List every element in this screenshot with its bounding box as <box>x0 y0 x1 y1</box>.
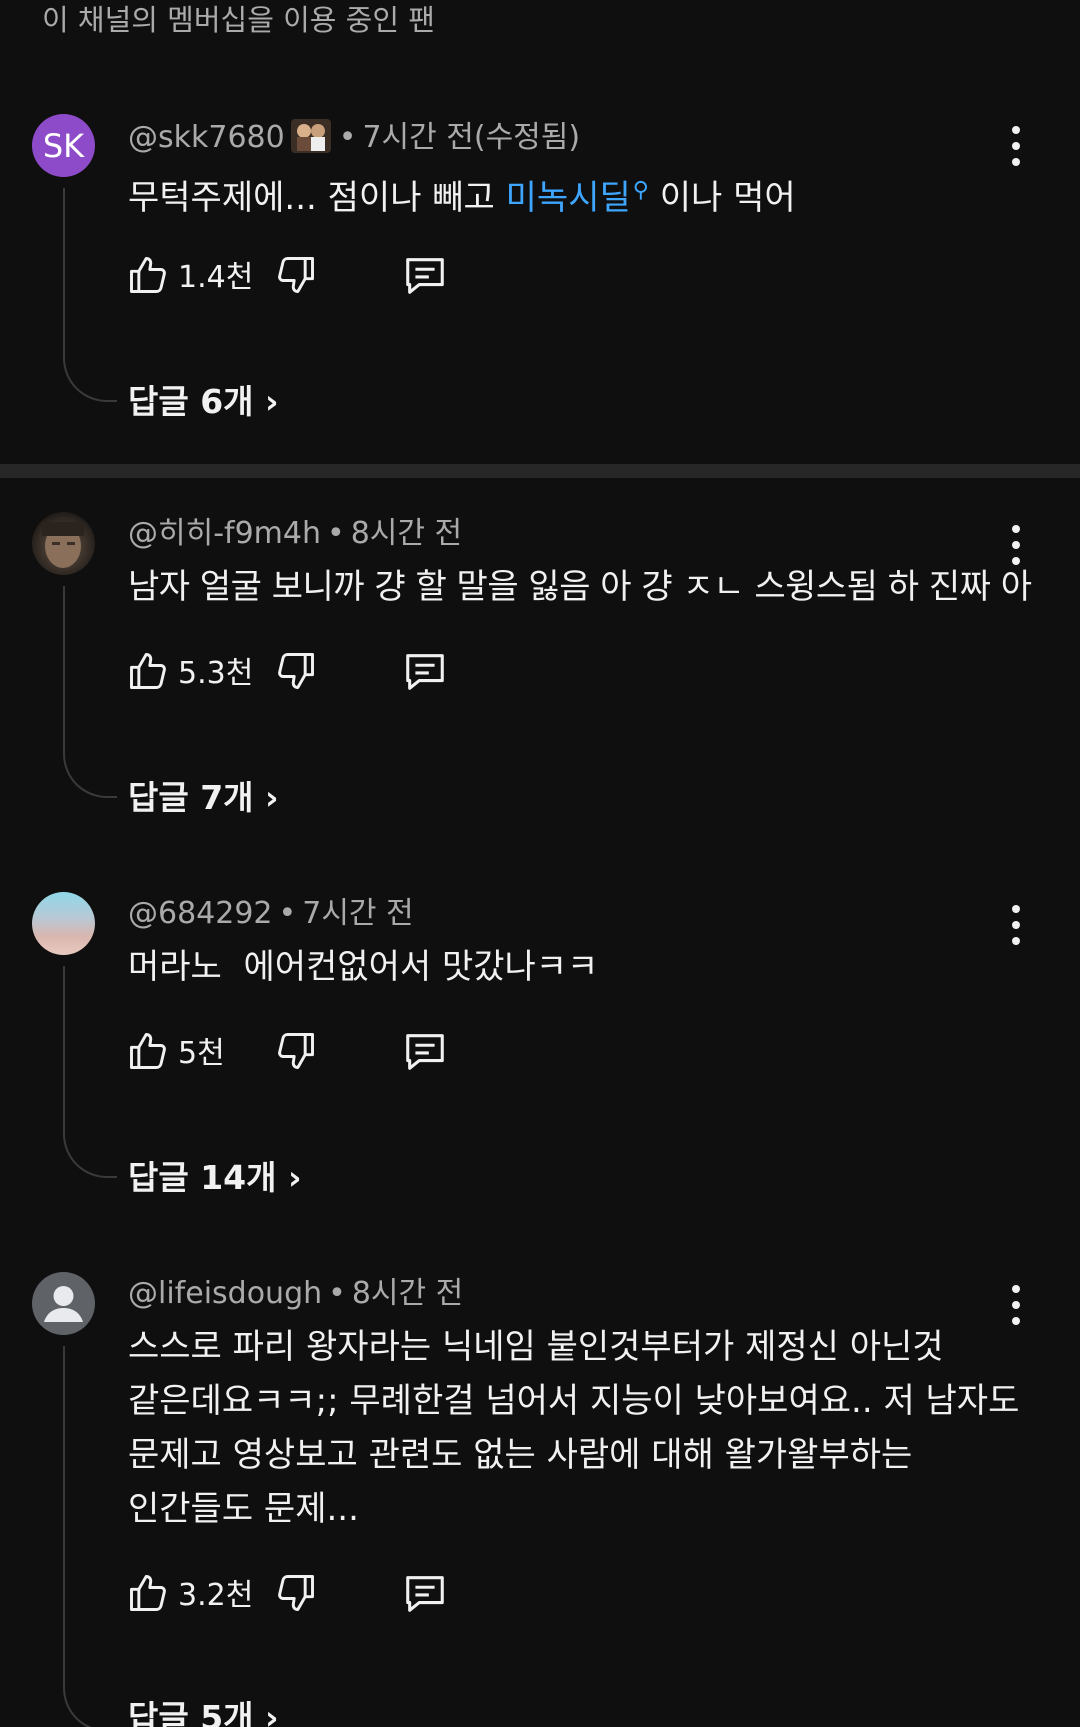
view-replies-button[interactable]: 답글 6개 › <box>128 380 279 424</box>
menu-dot <box>1012 126 1020 134</box>
comment-actions: 1.4천 <box>126 252 466 304</box>
dislike-icon[interactable] <box>274 1570 318 1616</box>
default-user-icon <box>44 1286 83 1322</box>
more-options-button[interactable] <box>1004 126 1028 166</box>
like-count: 5천 <box>178 1036 225 1071</box>
search-link-label: 미녹시딜 <box>505 178 631 218</box>
comment-text: 머라노 에어컨없어서 맛갔나ㅋㅋ <box>128 947 599 987</box>
menu-dot <box>1012 905 1020 913</box>
menu-dot <box>1012 142 1020 150</box>
comment-meta: @lifeisdough • 8시간 전 <box>128 1274 463 1314</box>
comment-line: 스스로 파리 왕자라는 닉네임 붙인것부터가 제정신 아닌것 <box>128 1327 944 1367</box>
membership-note: 이 채널의 멤버십을 이용 중인 팬 <box>42 3 435 37</box>
more-options-button[interactable] <box>1004 1285 1028 1325</box>
avatar[interactable] <box>32 1272 95 1335</box>
comment-actions: 5.3천 <box>126 648 466 700</box>
thread-curve <box>63 352 117 402</box>
avatar-initials: SK <box>42 126 85 165</box>
avatar-face-image <box>42 522 84 568</box>
more-options-button[interactable] <box>1004 905 1028 945</box>
avatar[interactable] <box>32 512 95 575</box>
author-name[interactable]: @skk7680 <box>128 120 285 155</box>
separator-dot: • <box>278 896 297 931</box>
section-divider <box>0 464 1080 478</box>
author-name[interactable]: @히히-f9m4h <box>128 516 321 551</box>
comment-text: 남자 얼굴 보니까 걍 할 말을 잃음 아 걍 ㅈㄴ 스윙스됨 하 진짜 아 <box>128 567 1032 607</box>
replies-label: 답글 5개 <box>128 1698 254 1727</box>
menu-dot <box>1012 525 1020 533</box>
comment-time: 8시간 전 <box>350 516 463 551</box>
like-icon[interactable] <box>126 252 170 298</box>
dislike-icon[interactable] <box>274 1028 318 1074</box>
like-count: 3.2천 <box>178 1578 254 1613</box>
comment-text: 무턱주제에... 점이나 빼고 미녹시딜⚲ 이나 먹어 <box>128 164 1028 225</box>
like-count: 1.4천 <box>178 260 254 295</box>
thread-line <box>63 1346 65 1682</box>
thread-line <box>63 966 65 1128</box>
comment-line: 문제고 영상보고 관련도 없는 사람에 대해 왈가왈부하는 <box>128 1435 913 1475</box>
replies-label: 답글 7개 <box>128 778 254 817</box>
comment-text-part: 무턱주제에... 점이나 빼고 <box>128 178 506 218</box>
chevron-right-icon: › <box>265 778 279 817</box>
chevron-right-icon: › <box>288 1158 302 1197</box>
reply-icon[interactable] <box>402 648 448 694</box>
menu-dot <box>1012 1285 1020 1293</box>
thread-line <box>63 188 65 352</box>
comment-actions: 5천 <box>126 1028 466 1080</box>
comment-time: 8시간 전 <box>351 1276 464 1311</box>
thread-line <box>63 586 65 748</box>
member-badge-icon <box>290 119 331 153</box>
search-link[interactable]: 미녹시딜⚲ <box>506 178 649 218</box>
thread-curve <box>63 1128 117 1178</box>
like-icon[interactable] <box>126 1028 170 1074</box>
menu-dot <box>1012 1301 1020 1309</box>
menu-dot <box>1012 921 1020 929</box>
replies-label: 답글 6개 <box>128 382 254 421</box>
comment-line: 같은데요ㅋㅋ;; 무례한걸 넘어서 지능이 낮아보여요.. 저 남자도 <box>128 1381 1020 1421</box>
author-name[interactable]: @lifeisdough <box>128 1276 322 1311</box>
comment-actions: 3.2천 <box>126 1570 466 1622</box>
view-replies-button[interactable]: 답글 7개 › <box>128 776 279 820</box>
avatar[interactable]: SK <box>32 114 95 177</box>
reply-icon[interactable] <box>402 252 448 298</box>
separator-dot: • <box>327 516 345 551</box>
avatar[interactable] <box>32 892 95 955</box>
view-replies-button[interactable]: 답글 5개 › <box>128 1696 279 1727</box>
dislike-icon[interactable] <box>274 648 318 694</box>
menu-dot <box>1012 541 1020 549</box>
like-icon[interactable] <box>126 1570 170 1616</box>
comment-time: 7시간 전(수정됨) <box>362 120 581 155</box>
replies-label: 답글 14개 <box>128 1158 277 1197</box>
dislike-icon[interactable] <box>274 252 318 298</box>
comment-text-part: 이나 먹어 <box>648 178 796 218</box>
comment-line: 인간들도 문제... <box>128 1489 359 1529</box>
separator-dot: • <box>338 120 357 155</box>
search-icon: ⚲ <box>632 178 649 203</box>
comment-meta: @skk7680 • 7시간 전(수정됨) <box>128 115 580 158</box>
like-icon[interactable] <box>126 648 170 694</box>
thread-curve <box>63 748 117 798</box>
comment-meta: @684292 • 7시간 전 <box>128 894 414 934</box>
chevron-right-icon: › <box>265 382 279 421</box>
chevron-right-icon: › <box>265 1698 279 1727</box>
like-count: 5.3천 <box>178 656 254 691</box>
comment-text: 스스로 파리 왕자라는 닉네임 붙인것부터가 제정신 아닌것 같은데요ㅋㅋ;; … <box>128 1320 1028 1536</box>
author-name[interactable]: @684292 <box>128 896 273 931</box>
separator-dot: • <box>328 1276 346 1311</box>
comments-page: 이 채널의 멤버십을 이용 중인 팬 SK @skk7680 • 7시간 전(수정… <box>0 0 1080 1727</box>
comment-meta: @히히-f9m4h • 8시간 전 <box>128 514 462 554</box>
reply-icon[interactable] <box>402 1028 448 1074</box>
reply-icon[interactable] <box>402 1570 448 1616</box>
comment-time: 7시간 전 <box>302 896 414 931</box>
view-replies-button[interactable]: 답글 14개 › <box>128 1156 302 1200</box>
more-options-button[interactable] <box>1004 525 1028 565</box>
thread-curve <box>63 1682 117 1727</box>
